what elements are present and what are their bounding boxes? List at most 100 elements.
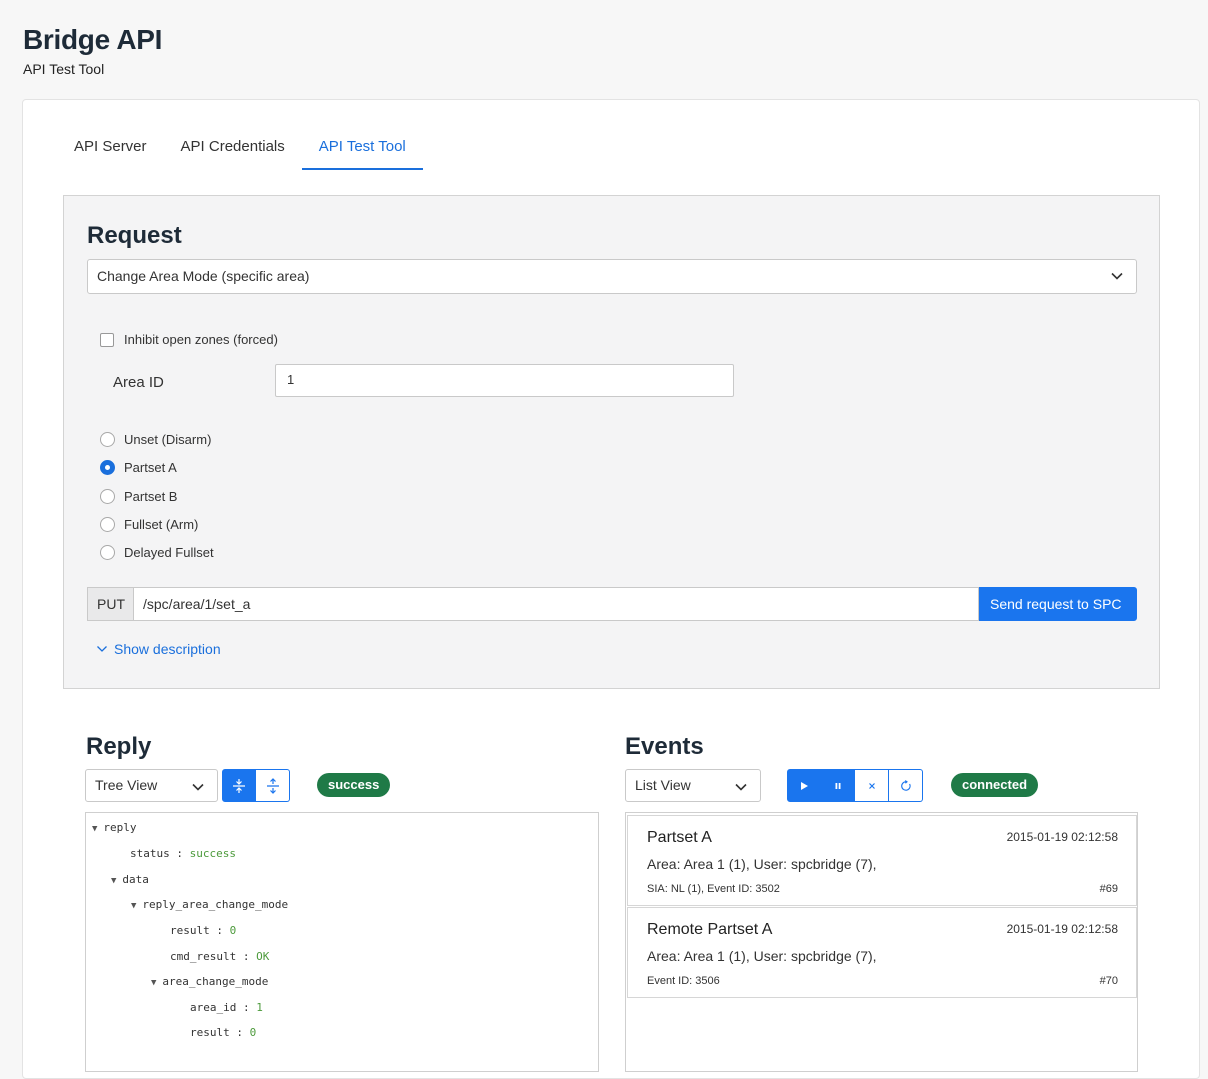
tree-value: 1 (256, 1001, 263, 1014)
collapse-all-button[interactable] (256, 769, 290, 802)
events-control-group (787, 769, 923, 802)
request-url-input[interactable]: /spc/area/1/set_a (133, 587, 979, 621)
caret-down-icon: ▼ (151, 978, 157, 988)
event-detail: Area: Area 1 (1), User: spcbridge (7), (647, 948, 877, 964)
chevron-down-icon (1111, 272, 1123, 280)
pause-icon (835, 782, 840, 789)
refresh-button[interactable] (889, 769, 923, 802)
refresh-icon (900, 779, 911, 791)
mode-label-partset-b: Partset B (124, 489, 178, 504)
tab-api-server[interactable]: API Server (57, 132, 164, 170)
show-description-label: Show description (114, 641, 221, 657)
tab-api-credentials[interactable]: API Credentials (164, 132, 302, 170)
radio-partset-b[interactable] (100, 489, 115, 504)
event-item[interactable]: Remote Partset A 2015-01-19 02:12:58 Are… (627, 907, 1137, 998)
play-button[interactable] (787, 769, 821, 802)
tree-key: area_id (190, 1001, 237, 1014)
tree-key: result (190, 1026, 230, 1039)
tree-key: reply_area_change_mode (142, 898, 289, 911)
request-type-value: Change Area Mode (specific area) (97, 268, 310, 284)
area-id-input[interactable]: 1 (275, 364, 734, 397)
reply-view-value: Tree View (95, 777, 158, 793)
tree-node-cmd-result: cmd_result : OK (170, 950, 270, 963)
reply-view-select[interactable]: Tree View (85, 769, 218, 802)
tree-key: status (130, 847, 170, 860)
mode-label-delayed-fullset: Delayed Fullset (124, 545, 214, 560)
show-description-toggle[interactable]: Show description (96, 641, 221, 657)
tree-node-reply[interactable]: ▼ reply (92, 821, 137, 834)
caret-down-icon: ▼ (92, 824, 98, 834)
area-id-label: Area ID (113, 374, 164, 391)
tree-node-area-change-mode[interactable]: ▼ area_change_mode (151, 975, 268, 988)
tree-key: result (170, 924, 210, 937)
mode-option-fullset[interactable]: Fullset (Arm) (100, 517, 198, 532)
radio-unset[interactable] (100, 432, 115, 447)
tree-node-result: result : 0 (170, 924, 237, 937)
tree-value: 0 (229, 924, 237, 937)
tree-toggle-group (222, 769, 290, 802)
tree-node-area-result: result : 0 (190, 1026, 257, 1039)
event-detail: Area: Area 1 (1), User: spcbridge (7), (647, 856, 877, 872)
clear-button[interactable] (855, 769, 889, 802)
tree-node-status: status : success (130, 847, 236, 860)
events-view-value: List View (635, 777, 691, 793)
http-method: PUT (87, 587, 133, 621)
tree-node-reply-area-change-mode[interactable]: ▼ reply_area_change_mode (131, 898, 288, 911)
clear-icon (868, 782, 875, 789)
tree-key: area_change_mode (162, 975, 269, 988)
event-item[interactable]: Partset A 2015-01-19 02:12:58 Area: Area… (627, 815, 1137, 906)
event-title: Remote Partset A (647, 921, 773, 938)
pause-button[interactable] (821, 769, 855, 802)
reply-heading: Reply (86, 733, 152, 760)
radio-fullset[interactable] (100, 517, 115, 532)
caret-down-icon: ▼ (111, 876, 117, 886)
app-title: Bridge API (23, 24, 163, 55)
tree-node-area-id: area_id : 1 (190, 1001, 263, 1014)
chevron-down-icon (97, 646, 107, 652)
app-subtitle: API Test Tool (23, 61, 105, 77)
mode-option-delayed-fullset[interactable]: Delayed Fullset (100, 545, 214, 560)
request-url-row: PUT /spc/area/1/set_a Send request to SP… (87, 587, 1137, 621)
events-view-select[interactable]: List View (625, 769, 761, 802)
expand-all-button[interactable] (222, 769, 256, 802)
chevron-down-icon (192, 783, 204, 791)
tree-value: success (189, 847, 236, 860)
request-type-select[interactable]: Change Area Mode (specific area) (87, 259, 1137, 294)
event-title: Partset A (647, 829, 712, 846)
tab-api-test-tool[interactable]: API Test Tool (301, 132, 423, 170)
request-heading: Request (87, 222, 182, 249)
event-time: 2015-01-19 02:12:58 (1006, 922, 1118, 936)
event-number: #69 (1099, 883, 1118, 895)
mode-label-unset: Unset (Disarm) (124, 432, 212, 447)
events-status-badge: connected (951, 773, 1039, 797)
send-request-button[interactable]: Send request to SPC (979, 587, 1137, 621)
expand-all-icon (233, 778, 245, 793)
caret-down-icon: ▼ (131, 901, 137, 911)
mode-option-unset[interactable]: Unset (Disarm) (100, 432, 211, 447)
events-heading: Events (625, 733, 704, 760)
chevron-down-icon (735, 783, 747, 791)
mode-option-partset-a[interactable]: Partset A (100, 460, 177, 475)
event-time: 2015-01-19 02:12:58 (1006, 830, 1118, 844)
tree-key: reply (103, 821, 137, 834)
radio-partset-a[interactable] (100, 460, 115, 475)
collapse-all-icon (266, 777, 279, 794)
radio-delayed-fullset[interactable] (100, 545, 115, 560)
reply-status-badge: success (317, 773, 391, 797)
tree-key: cmd_result (170, 950, 237, 963)
mode-option-partset-b[interactable]: Partset B (100, 489, 177, 504)
inhibit-open-zones-label: Inhibit open zones (forced) (124, 332, 278, 347)
tree-value: 0 (249, 1026, 257, 1039)
tree-value: OK (256, 950, 270, 963)
event-number: #70 (1099, 975, 1118, 987)
event-meta: Event ID: 3506 (647, 975, 720, 987)
tree-key: data (122, 873, 149, 886)
tab-bar: API Server API Credentials API Test Tool (57, 132, 423, 170)
inhibit-open-zones-option[interactable]: Inhibit open zones (forced) (100, 332, 278, 347)
mode-label-fullset: Fullset (Arm) (124, 517, 199, 532)
event-meta: SIA: NL (1), Event ID: 3502 (647, 883, 780, 895)
mode-label-partset-a: Partset A (124, 460, 177, 475)
inhibit-open-zones-checkbox[interactable] (100, 332, 114, 347)
tree-node-data[interactable]: ▼ data (111, 873, 149, 886)
play-icon (801, 781, 808, 790)
